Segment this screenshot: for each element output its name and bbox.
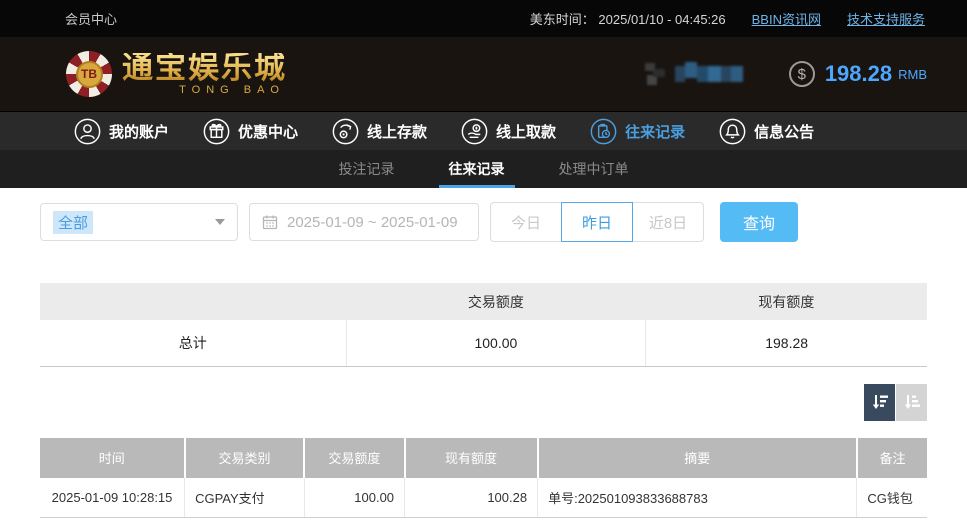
col-header-summary: 摘要 — [538, 438, 857, 478]
site-logo[interactable]: TB 通宝娱乐城 TONG BAO — [66, 51, 287, 97]
col-header-remark: 备注 — [857, 438, 927, 478]
topbar: 会员中心 美东时间： 2025/01/10 - 04:45:26 BBIN资讯网… — [0, 0, 967, 37]
member-center-link[interactable]: 会员中心 — [65, 9, 117, 28]
dollar-coin-icon: $ — [789, 61, 815, 87]
nav-item-my-account[interactable]: 我的账户 — [74, 118, 169, 145]
summary-header-transaction-amount: 交易额度 — [346, 283, 646, 320]
cell-amount: 100.00 — [304, 478, 404, 518]
search-button[interactable]: 查询 — [720, 202, 798, 242]
chevron-down-icon — [215, 219, 225, 225]
main-content: 全部 2025-01-09 ~ 2025-01-09 今日 昨日 近8日 查询 … — [0, 188, 967, 518]
withdraw-icon — [461, 118, 488, 145]
logo-title: 通宝娱乐城 — [122, 53, 287, 83]
col-header-balance: 现有额度 — [405, 438, 538, 478]
tab-pending-orders[interactable]: 处理中订单 — [555, 150, 633, 188]
topbar-right: 美东时间： 2025/01/10 - 04:45:26 BBIN资讯网 技术支持… — [530, 9, 925, 28]
records-header-row: 时间 交易类别 交易额度 现有额度 摘要 备注 — [40, 438, 927, 478]
records-icon — [590, 118, 617, 145]
nav-label: 优惠中心 — [238, 121, 298, 142]
gift-icon — [203, 118, 230, 145]
col-header-amount: 交易额度 — [304, 438, 404, 478]
cell-remark: CG钱包 — [857, 478, 927, 518]
subnav: 投注记录 往来记录 处理中订单 — [0, 150, 967, 188]
cell-summary: 单号:202501093833688783 — [538, 478, 857, 518]
tab-label: 处理中订单 — [559, 159, 629, 179]
sort-descending-button[interactable] — [864, 384, 895, 421]
summary-header-row: 交易额度 现有额度 — [40, 283, 927, 320]
balance-currency: RMB — [898, 67, 927, 82]
col-header-type: 交易类别 — [185, 438, 305, 478]
date-range-input[interactable]: 2025-01-09 ~ 2025-01-09 — [249, 203, 479, 241]
nav-item-withdraw[interactable]: 线上取款 — [461, 118, 556, 145]
cell-balance: 100.28 — [405, 478, 538, 518]
user-icon — [74, 118, 101, 145]
sort-descending-icon — [870, 392, 890, 412]
sort-row — [40, 384, 927, 421]
username-redacted — [675, 66, 743, 82]
nav-label: 线上存款 — [367, 121, 427, 142]
summary-total-transaction: 100.00 — [346, 320, 646, 366]
calendar-icon — [262, 214, 278, 230]
quick-btn-yesterday[interactable]: 昨日 — [561, 202, 633, 242]
summary-total-row: 总计 100.00 198.28 — [40, 320, 927, 366]
nav-label: 信息公告 — [754, 121, 814, 142]
type-select[interactable]: 全部 — [40, 203, 238, 241]
chip-monogram: TB — [76, 61, 103, 88]
nav-item-deposit[interactable]: 线上存款 — [332, 118, 427, 145]
quick-btn-today[interactable]: 今日 — [490, 202, 562, 242]
nav-item-promotions[interactable]: 优惠中心 — [203, 118, 298, 145]
table-row: 2025-01-09 10:28:15 CGPAY支付 100.00 100.2… — [40, 478, 927, 518]
balance-amount: 198.28 — [825, 61, 892, 87]
sort-ascending-button[interactable] — [896, 384, 927, 421]
tab-label: 往来记录 — [449, 159, 505, 179]
summary-header-empty — [40, 283, 346, 320]
quick-range-group: 今日 昨日 近8日 — [490, 202, 704, 242]
nav-item-transactions[interactable]: 往来记录 — [590, 118, 685, 145]
cell-time: 2025-01-09 10:28:15 — [40, 478, 185, 518]
bell-icon — [719, 118, 746, 145]
logo-text: 通宝娱乐城 TONG BAO — [122, 53, 287, 96]
user-area: $ 198.28 RMB — [645, 61, 927, 87]
poker-chip-icon: TB — [66, 51, 112, 97]
summary-table: 交易额度 现有额度 总计 100.00 198.28 — [40, 283, 927, 367]
tab-transaction-records[interactable]: 往来记录 — [445, 150, 509, 188]
nav-label: 往来记录 — [625, 121, 685, 142]
sort-ascending-icon — [902, 392, 922, 412]
logo-subtitle: TONG BAO — [122, 84, 287, 96]
site-header: TB 通宝娱乐城 TONG BAO $ 198.28 RMB — [0, 37, 967, 111]
deposit-icon — [332, 118, 359, 145]
summary-total-balance: 198.28 — [646, 320, 927, 366]
nav-item-announcements[interactable]: 信息公告 — [719, 118, 814, 145]
main-nav: 我的账户 优惠中心 线上存款 线上取款 往来记录 — [0, 111, 967, 150]
summary-header-current-balance: 现有额度 — [646, 283, 927, 320]
records-table: 时间 交易类别 交易额度 现有额度 摘要 备注 2025-01-09 10:28… — [40, 438, 927, 519]
avatar — [645, 63, 665, 85]
col-header-time: 时间 — [40, 438, 185, 478]
tab-bet-records[interactable]: 投注记录 — [335, 150, 399, 188]
cell-type: CGPAY支付 — [185, 478, 305, 518]
eastern-time-label: 美东时间： 2025/01/10 - 04:45:26 — [530, 9, 726, 28]
bbin-news-link[interactable]: BBIN资讯网 — [752, 9, 821, 28]
summary-total-label: 总计 — [40, 320, 346, 366]
filter-row: 全部 2025-01-09 ~ 2025-01-09 今日 昨日 近8日 查询 — [40, 202, 927, 242]
type-select-value: 全部 — [53, 211, 93, 234]
tech-support-link[interactable]: 技术支持服务 — [847, 9, 925, 28]
nav-label: 线上取款 — [496, 121, 556, 142]
date-range-value: 2025-01-09 ~ 2025-01-09 — [287, 214, 458, 231]
tab-label: 投注记录 — [339, 159, 395, 179]
quick-btn-last8days[interactable]: 近8日 — [632, 202, 704, 242]
nav-label: 我的账户 — [109, 121, 169, 142]
